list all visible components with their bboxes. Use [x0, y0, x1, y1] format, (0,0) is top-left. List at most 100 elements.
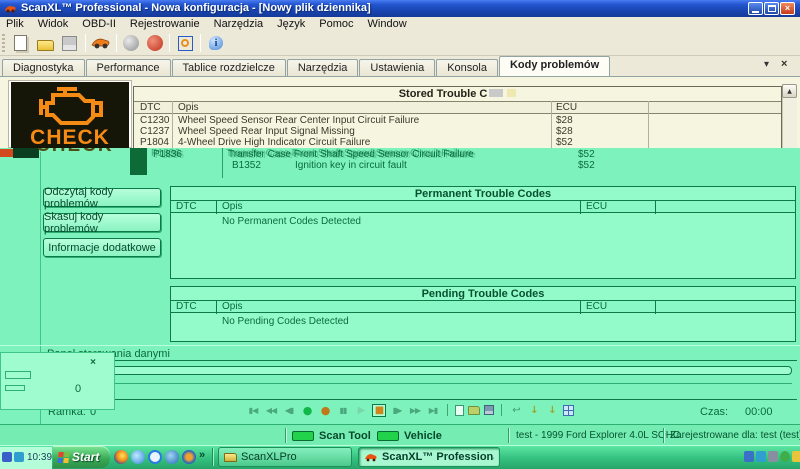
grid-view-icon[interactable] — [563, 405, 574, 416]
toolbar-separator — [116, 34, 117, 52]
opis-cell[interactable]: Wheel Speed Rear Input Signal Missing — [178, 126, 355, 137]
ecu-cell[interactable]: $52 — [578, 149, 595, 160]
glitch-close-icon: × — [90, 357, 96, 368]
task-label: ScanXL™ Professional... — [382, 451, 494, 463]
firefox-icon[interactable] — [114, 450, 128, 464]
new-log-icon[interactable] — [455, 405, 464, 416]
pending-header-row — [171, 300, 795, 313]
tab-close-icon[interactable]: × — [781, 58, 787, 70]
pause-button[interactable]: ▮▮ — [336, 404, 350, 417]
step-back-button[interactable]: ◀▮ — [282, 404, 296, 417]
rewind-button[interactable]: ◀◀ — [264, 404, 278, 417]
dashboard-config-icon[interactable] — [175, 33, 195, 53]
clear-trouble-codes-button[interactable]: Skasuj kody problemów — [43, 213, 161, 232]
tab-dropdown-icon[interactable]: ▾ — [764, 59, 769, 70]
close-button[interactable]: × — [780, 2, 795, 15]
tray-shield-icon[interactable] — [780, 451, 790, 462]
dtc-cell[interactable]: C1237 — [140, 126, 169, 137]
step-forward-button[interactable]: ▮▶ — [390, 404, 404, 417]
tray-volume-muted-icon[interactable] — [768, 451, 778, 462]
play-button[interactable]: ▶ — [354, 404, 368, 417]
open-file-icon[interactable] — [35, 33, 55, 53]
opis-cell-glitched[interactable]: Transfer Case Front Shaft Speed Sensor C… — [228, 149, 474, 160]
quick-launch-overflow-icon[interactable]: » — [199, 449, 205, 461]
tab-konsola[interactable]: Konsola — [436, 59, 498, 76]
tab-tablice-rozdzielcze[interactable]: Tablice rozdzielcze — [172, 59, 286, 76]
minimize-button[interactable] — [748, 2, 763, 15]
stored-codes-title: Stored Trouble C — [133, 88, 782, 100]
menu-jezyk[interactable]: Język — [277, 18, 305, 30]
tab-narzedzia[interactable]: Narzędzia — [287, 59, 359, 76]
taskbar-window-scanxl-professional[interactable]: ScanXL™ Professional... — [358, 447, 500, 467]
toolbar-drag-handle[interactable] — [2, 34, 5, 52]
maximize-button[interactable] — [764, 2, 779, 15]
tray-volume-icon[interactable] — [792, 451, 800, 462]
dashboard-frame — [178, 36, 193, 51]
browser-icon[interactable] — [165, 450, 179, 464]
skip-end-button[interactable]: ▶▮ — [426, 404, 440, 417]
tray-network-icon[interactable] — [744, 451, 754, 462]
toolbar: i — [0, 30, 800, 56]
task-label: ScanXLPro — [241, 451, 297, 463]
tab-performance[interactable]: Performance — [86, 59, 171, 76]
stop-button[interactable]: ■ — [372, 404, 386, 417]
skip-start-button[interactable]: ▮◀ — [246, 404, 260, 417]
export-down-alt-icon[interactable]: ↓ — [545, 404, 559, 417]
menu-widok[interactable]: Widok — [38, 18, 69, 30]
ecu-cell[interactable]: $28 — [556, 126, 573, 137]
ecu-cell[interactable]: $52 — [578, 160, 595, 171]
vehicle-icon[interactable] — [91, 33, 111, 53]
tab-diagnostyka[interactable]: Diagnostyka — [2, 59, 85, 76]
slider-groove[interactable] — [76, 383, 792, 384]
dtc-cell-glitched[interactable]: P1836 — [153, 149, 182, 160]
column-divider — [172, 101, 173, 148]
tab-ustawienia[interactable]: Ustawienia — [359, 59, 435, 76]
disconnect-icon[interactable] — [145, 33, 165, 53]
menu-bar: Plik Widok OBD-II Rejestrowanie Narzędzi… — [0, 17, 800, 30]
slider-track[interactable] — [72, 366, 792, 375]
messenger-icon[interactable] — [131, 450, 145, 464]
menu-rejestrowanie[interactable]: Rejestrowanie — [130, 18, 200, 30]
open-log-icon[interactable] — [468, 406, 480, 415]
new-file-icon[interactable] — [10, 33, 30, 53]
start-button[interactable]: Start — [53, 446, 110, 468]
menu-pomoc[interactable]: Pomoc — [319, 18, 353, 30]
export-down-icon[interactable]: ↓ — [527, 404, 541, 417]
dashboard-gauge — [181, 39, 189, 47]
dtc-cell[interactable]: C1230 — [140, 115, 169, 126]
menu-obd-ii[interactable]: OBD-II — [82, 18, 116, 30]
menu-window[interactable]: Window — [368, 18, 407, 30]
glitch-pixels — [489, 89, 503, 97]
tray-battery-icon[interactable] — [756, 451, 766, 462]
dtc-cell[interactable]: B1352 — [232, 160, 261, 171]
opis-cell[interactable]: Wheel Speed Sensor Rear Center Input Cir… — [178, 115, 419, 126]
record-button[interactable]: ● — [300, 404, 314, 417]
additional-info-button[interactable]: Informacje dodatkowe — [43, 238, 161, 257]
col-header-ecu: ECU — [556, 102, 577, 113]
vehicle-info: test - 1999 Ford Explorer 4.0L SOHC — [516, 430, 680, 441]
undo-icon[interactable]: ↩ — [509, 404, 523, 417]
col-header-opis: Opis — [178, 102, 199, 113]
record-alt-button[interactable]: ● — [318, 404, 332, 417]
opis-cell[interactable]: Ignition key in circuit fault — [295, 160, 407, 171]
dtc-cell[interactable]: P1804 — [140, 137, 169, 148]
save-file-icon[interactable] — [59, 33, 79, 53]
scroll-up-icon[interactable]: ▲ — [782, 84, 797, 98]
connect-icon[interactable] — [121, 33, 141, 53]
media-player-icon[interactable] — [182, 450, 196, 464]
column-divider — [648, 101, 649, 148]
transport-separator — [447, 404, 448, 416]
connect-glyph — [123, 35, 139, 51]
menu-narzedzia[interactable]: Narzędzia — [214, 18, 264, 30]
fast-forward-button[interactable]: ▶▶ — [408, 404, 422, 417]
info-icon[interactable]: i — [206, 33, 226, 53]
read-trouble-codes-button[interactable]: Odczytaj kody problemów — [43, 188, 161, 207]
opis-cell[interactable]: 4-Wheel Drive High Indicator Circuit Fai… — [178, 137, 370, 148]
save-log-icon[interactable] — [484, 405, 494, 415]
tab-kody-problemow[interactable]: Kody problemów — [499, 56, 610, 76]
ecu-cell[interactable]: $28 — [556, 115, 573, 126]
menu-plik[interactable]: Plik — [6, 18, 24, 30]
internet-explorer-icon[interactable] — [148, 450, 162, 464]
ecu-cell[interactable]: $52 — [556, 137, 573, 148]
taskbar-window-scanxlpro[interactable]: ScanXLPro — [218, 447, 352, 467]
